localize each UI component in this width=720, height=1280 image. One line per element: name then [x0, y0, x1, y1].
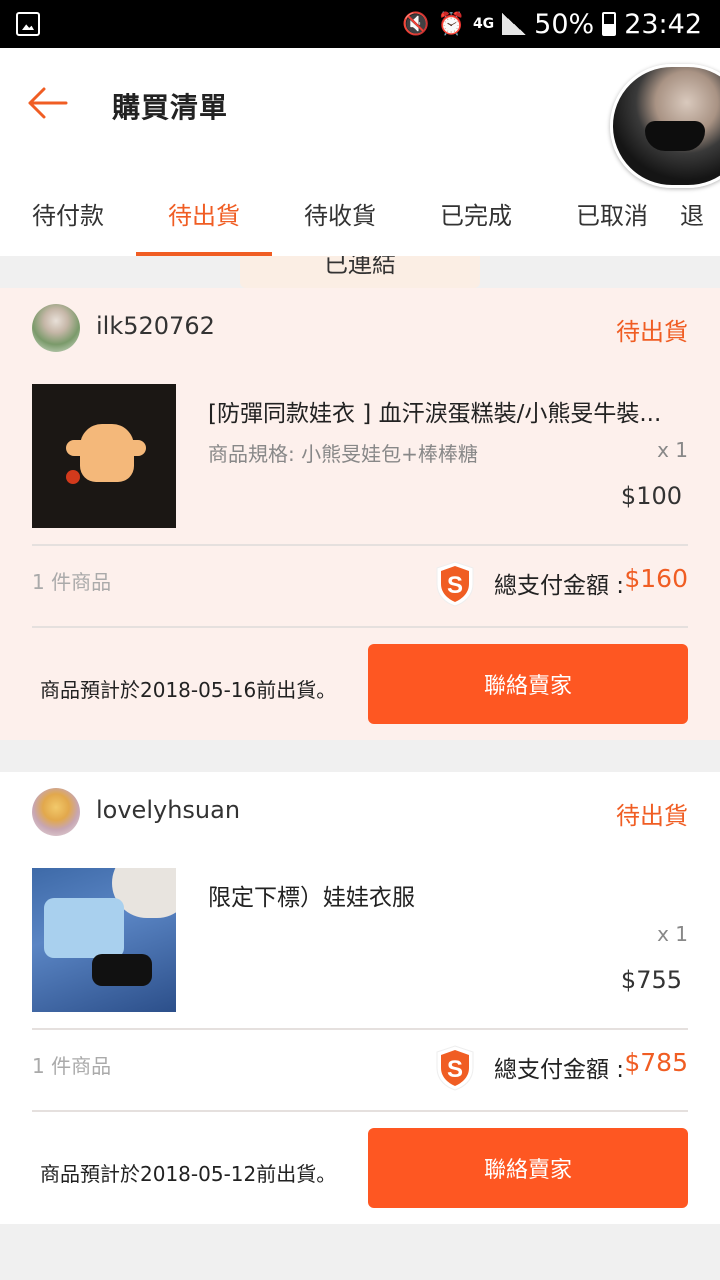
item-count: 1 件商品	[32, 570, 112, 594]
divider	[32, 626, 688, 628]
shop-row[interactable]: ilk520762 待出貨	[0, 304, 720, 352]
svg-text:S: S	[447, 1056, 463, 1083]
divider	[32, 1028, 688, 1030]
shopee-guarantee-shield-icon: S	[436, 561, 474, 607]
shop-row[interactable]: lovelyhsuan 待出貨	[0, 788, 720, 836]
contact-seller-button[interactable]: 聯絡賣家	[368, 1128, 688, 1208]
alarm-icon: ⏰	[437, 11, 465, 37]
shop-name: ilk520762	[96, 312, 215, 340]
network-type: 4G	[472, 16, 495, 32]
product-name: [防彈同款娃衣 ] 血汗淚蛋糕裝/小熊旻牛裝...	[208, 401, 662, 427]
shipping-eta: 商品預計於2018-05-12前出貨。	[40, 1162, 337, 1186]
divider	[32, 1110, 688, 1112]
page-title: 購買清單	[112, 91, 229, 124]
product-variant: 商品規格: 小熊旻娃包+棒棒糖	[208, 442, 478, 466]
tab-to-receive[interactable]: 待收貨	[272, 188, 408, 256]
toast-message: 已連結	[240, 256, 480, 288]
tab-to-ship[interactable]: 待出貨	[136, 188, 272, 256]
status-bar: 🔇 ⏰ 4G 50% 23:42	[0, 0, 720, 48]
shipping-eta: 商品預計於2018-05-16前出貨。	[40, 678, 337, 702]
product-price: $755	[620, 966, 682, 994]
shop-avatar	[32, 304, 80, 352]
product-price: $100	[620, 482, 682, 510]
order-card[interactable]: ilk520762 待出貨 [防彈同款娃衣 ] 血汗淚蛋糕裝/小熊旻牛裝... …	[0, 288, 720, 740]
total-amount: $785	[624, 1048, 688, 1077]
app-header: 購買清單 待付款 待出貨 待收貨 已完成 已取消 退	[0, 48, 720, 256]
order-status: 待出貨	[616, 318, 688, 346]
product-quantity: x 1	[657, 438, 688, 462]
item-count: 1 件商品	[32, 1054, 112, 1078]
svg-text:S: S	[447, 572, 463, 599]
product-thumbnail	[32, 384, 176, 528]
divider	[32, 544, 688, 546]
toast-text: 已連結	[324, 256, 396, 278]
mute-icon: 🔇	[402, 11, 430, 37]
battery-percent: 50%	[534, 8, 595, 40]
shopee-guarantee-shield-icon: S	[436, 1045, 474, 1091]
back-arrow-icon[interactable]	[26, 86, 68, 120]
tab-cancelled[interactable]: 已取消	[544, 188, 680, 256]
total-label: 總支付金額 :	[494, 1057, 625, 1083]
total-amount: $160	[624, 564, 688, 593]
clock: 23:42	[624, 8, 702, 40]
product-thumbnail	[32, 868, 176, 1012]
product-quantity: x 1	[657, 922, 688, 946]
order-card[interactable]: lovelyhsuan 待出貨 限定下標）娃娃衣服 x 1 $755 1 件商品…	[0, 772, 720, 1224]
shop-name: lovelyhsuan	[96, 796, 241, 824]
product-name: 限定下標）娃娃衣服	[208, 885, 415, 911]
signal-icon	[502, 13, 527, 35]
total-label: 總支付金額 :	[494, 573, 625, 599]
tab-to-pay[interactable]: 待付款	[0, 188, 136, 256]
tab-return[interactable]: 退	[680, 188, 720, 256]
battery-icon	[602, 12, 617, 36]
shop-avatar	[32, 788, 80, 836]
contact-seller-button[interactable]: 聯絡賣家	[368, 644, 688, 724]
gallery-notification-icon	[16, 12, 40, 36]
tab-completed[interactable]: 已完成	[408, 188, 544, 256]
order-tabs: 待付款 待出貨 待收貨 已完成 已取消 退	[0, 188, 720, 256]
floating-chat-avatar[interactable]	[610, 64, 720, 188]
order-status: 待出貨	[616, 802, 688, 830]
